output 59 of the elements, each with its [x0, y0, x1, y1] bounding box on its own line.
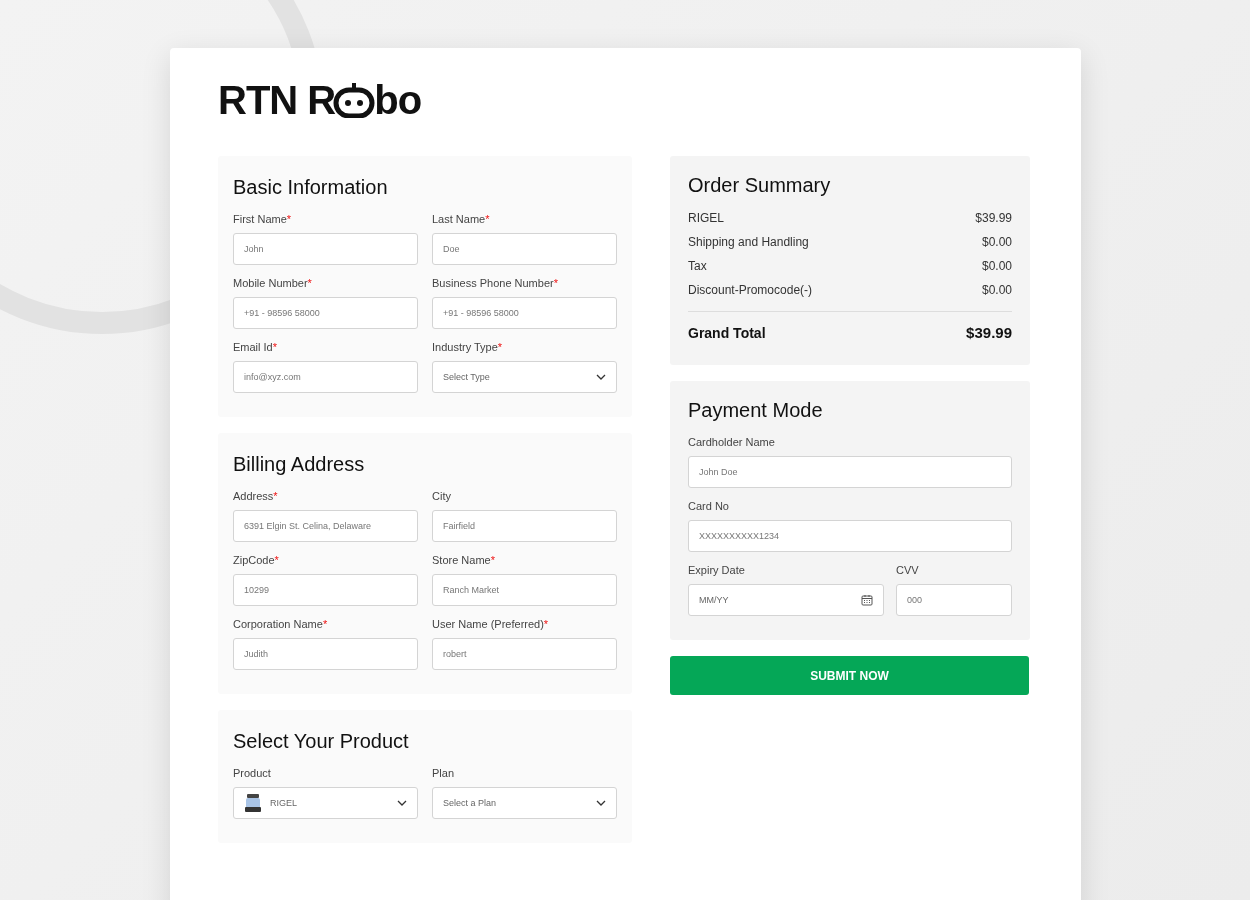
logo-text: RTN R: [218, 82, 336, 118]
item-amount: $39.99: [975, 211, 1012, 225]
input-field[interactable]: John: [233, 233, 418, 265]
select-dropdown[interactable]: Select a Plan: [432, 787, 617, 819]
section-title: Billing Address: [233, 453, 366, 476]
logo-text: bo: [374, 82, 422, 118]
input-field[interactable]: XXXXXXXXXX1234: [688, 520, 1012, 552]
robot-face-icon: [333, 80, 376, 118]
item-label: Shipping and Handling: [688, 235, 809, 249]
field-label: City: [432, 490, 452, 502]
input-field[interactable]: +91 - 98596 58000: [233, 297, 418, 329]
field-label: Mobile Number*: [233, 277, 313, 289]
chevron-down-icon: [596, 800, 606, 806]
field-label: Store Name*: [432, 554, 496, 566]
field-label: Business Phone Number*: [432, 277, 559, 289]
input-field[interactable]: +91 - 98596 58000: [432, 297, 617, 329]
field-label: Product: [233, 767, 272, 779]
calendar-icon: [861, 594, 873, 606]
total-amount: $39.99: [966, 324, 1012, 341]
field-label: ZipCode*: [233, 554, 280, 566]
field-label: Corporation Name*: [233, 618, 329, 630]
item-amount: $0.00: [981, 235, 1012, 249]
field-label: Last Name*: [432, 213, 491, 225]
field-label: First Name*: [233, 213, 293, 225]
section-title: Payment Mode: [688, 399, 824, 422]
input-field[interactable]: John Doe: [688, 456, 1012, 488]
item-amount: $0.00: [981, 283, 1012, 297]
input-field[interactable]: Fairfield: [432, 510, 617, 542]
input-field[interactable]: 6391 Elgin St. Celina, Delaware: [233, 510, 418, 542]
item-amount: $0.00: [981, 259, 1012, 273]
input-field[interactable]: Doe: [432, 233, 617, 265]
chevron-down-icon: [596, 374, 606, 380]
field-label: Cardholder Name: [688, 436, 776, 448]
item-label: RIGEL: [688, 211, 724, 225]
field-label: User Name (Preferred)*: [432, 618, 550, 630]
input-field[interactable]: info@xyz.com: [233, 361, 418, 393]
item-label: Discount-Promocode(-): [688, 283, 813, 297]
chevron-down-icon: [397, 800, 407, 806]
field-label: CVV: [896, 564, 920, 576]
field-label: Email Id*: [233, 341, 279, 353]
section-title: Select Your Product: [233, 730, 410, 753]
input-field[interactable]: 10299: [233, 574, 418, 606]
select-dropdown[interactable]: Select Type: [432, 361, 617, 393]
input-field[interactable]: Judith: [233, 638, 418, 670]
date-field[interactable]: MM/YY: [688, 584, 884, 616]
field-label: Address*: [233, 490, 279, 502]
input-field[interactable]: Ranch Market: [432, 574, 617, 606]
section-title: Order Summary: [688, 174, 832, 197]
section-title: Basic Information: [233, 176, 389, 199]
field-label: Card No: [688, 500, 730, 512]
item-label: Tax: [688, 259, 707, 273]
input-field[interactable]: 000: [896, 584, 1012, 616]
field-label: Plan: [432, 767, 456, 779]
total-label: Grand Total: [688, 324, 766, 341]
input-field[interactable]: robert: [432, 638, 617, 670]
field-label: Expiry Date: [688, 564, 746, 576]
field-label: Industry Type*: [432, 341, 504, 353]
robot-product-icon: [244, 793, 262, 813]
product-dropdown[interactable]: RIGEL: [233, 787, 418, 819]
